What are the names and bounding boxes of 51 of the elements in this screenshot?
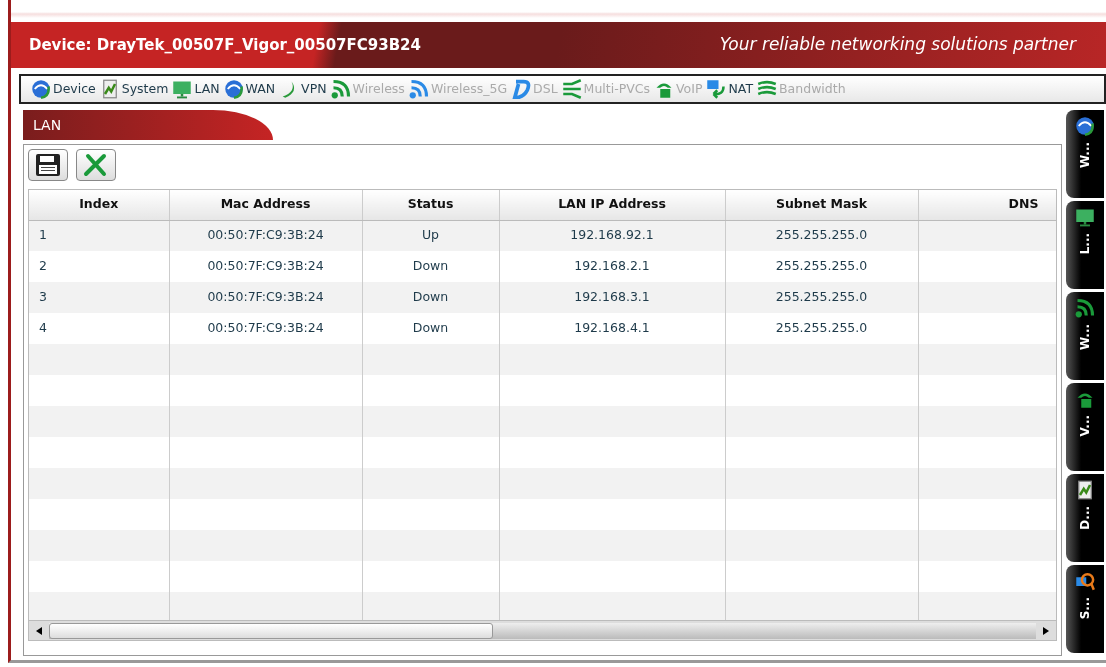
table-cell: 1 [29, 220, 169, 251]
column-header: Status [362, 190, 499, 220]
table-cell: 192.168.92.1 [499, 220, 725, 251]
save-icon [35, 153, 61, 177]
menu-item[interactable]: WAN [223, 79, 276, 99]
lines-icon [561, 79, 582, 99]
side-tab[interactable]: W... [1066, 110, 1104, 198]
table-cell: 00:50:7F:C9:3B:24 [169, 220, 362, 251]
column-header: Mac Address [169, 190, 362, 220]
signal-icon [330, 79, 351, 99]
menu-item[interactable]: NAT [706, 79, 754, 99]
side-tab[interactable]: D... [1066, 474, 1104, 562]
menu-item[interactable]: Device [31, 79, 96, 99]
side-tab[interactable]: V... [1066, 383, 1104, 471]
column-header: Index [29, 190, 169, 220]
arrow-icon [706, 79, 727, 99]
globe-icon [1075, 116, 1095, 136]
side-tab[interactable]: L... [1066, 201, 1104, 289]
save-button[interactable] [28, 149, 68, 181]
horizontal-scrollbar[interactable] [29, 620, 1056, 640]
panel-title: LAN [33, 115, 62, 135]
table-cell: Down [362, 282, 499, 313]
signal-icon [1075, 298, 1095, 318]
scroll-right-icon[interactable] [1043, 626, 1049, 635]
menu-item[interactable]: System [99, 79, 169, 99]
side-tab[interactable]: W... [1066, 292, 1104, 380]
signal-icon [408, 79, 429, 99]
scroll-thumb[interactable] [49, 622, 494, 639]
globe-icon [223, 79, 244, 99]
letter-d-icon [511, 79, 532, 99]
table-cell: 00:50:7F:C9:3B:24 [169, 282, 362, 313]
menu-item[interactable]: LAN [172, 79, 220, 99]
column-header: LAN IP Address [499, 190, 725, 220]
tagline: Your reliable networking solutions partner [719, 33, 1076, 57]
table-cell: Up [362, 220, 499, 251]
column-header: Subnet Mask [725, 190, 918, 220]
device-title: Device: DrayTek_00507F_Vigor_00507FC93B24 [29, 34, 421, 56]
magnifier-icon [1075, 571, 1095, 591]
column-header: DNS [918, 190, 1056, 220]
side-tab[interactable]: S... [1066, 565, 1104, 653]
scroll-left-icon[interactable] [36, 626, 42, 635]
table-cell: 255.255.255.0 [725, 220, 918, 251]
chart-document-icon [1075, 480, 1095, 500]
globe-icon [31, 79, 51, 99]
table-cell: 192.168.3.1 [499, 282, 725, 313]
monitor-icon [172, 79, 193, 99]
table-cell: 3 [29, 282, 169, 313]
monitor-icon [1075, 207, 1095, 227]
table-cell: 255.255.255.0 [725, 282, 918, 313]
tools-button[interactable] [76, 149, 116, 181]
menu-item[interactable]: VPN [279, 79, 327, 99]
